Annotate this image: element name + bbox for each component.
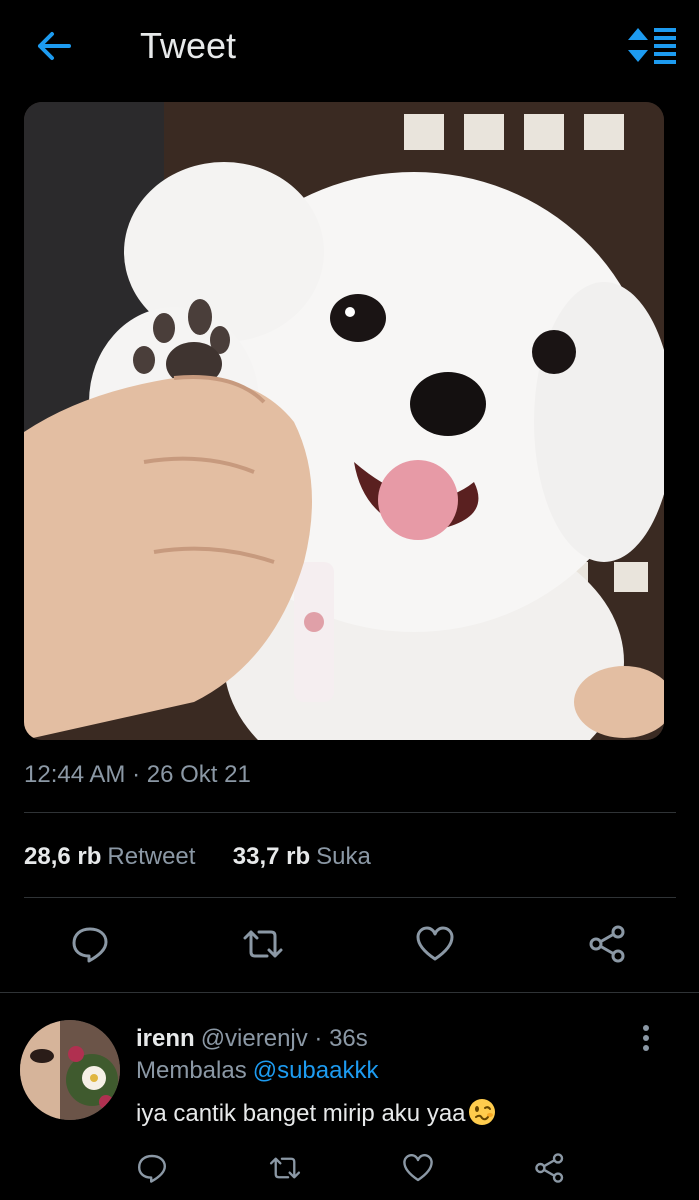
share-icon: [535, 1153, 564, 1183]
reply-author-handle[interactable]: @vierenjv · 36s: [201, 1025, 368, 1052]
more-vertical-icon: [643, 1025, 649, 1051]
reply-text: iya cantik banget mirip aku yaa: [136, 1100, 466, 1127]
retweet-stat[interactable]: 28,6 rb Retweet: [24, 843, 202, 870]
reply-header: irenn @vierenjv · 36s: [136, 1024, 368, 1054]
reply-button[interactable]: [68, 922, 112, 966]
divider: [24, 812, 676, 813]
sort-icon: [628, 28, 676, 64]
arrow-left-icon: [38, 32, 71, 60]
tweet-stats: 28,6 rb Retweet 33,7 rb Suka: [24, 842, 371, 872]
divider: [0, 992, 699, 993]
more-button[interactable]: [632, 1020, 660, 1056]
divider: [24, 897, 676, 898]
replying-label: Membalas: [136, 1057, 247, 1084]
tweet-image[interactable]: [24, 102, 664, 740]
retweet-button[interactable]: [241, 922, 285, 966]
page-title: Tweet: [140, 25, 237, 66]
retweet-label: Retweet: [107, 843, 196, 870]
retweet-count: 28,6 rb: [24, 843, 102, 870]
replying-to-link[interactable]: @subaakkk: [253, 1057, 379, 1084]
puppy-photo: [24, 102, 664, 740]
top-bar: Tweet: [0, 0, 699, 92]
reply-tweet[interactable]: irenn @vierenjv · 36s Membalas @subaakkk i…: [0, 1000, 699, 1200]
replying-to: Membalas @subaakkk: [136, 1056, 378, 1086]
avatar[interactable]: [20, 1020, 120, 1120]
retweet-icon: [269, 1157, 301, 1179]
reply-author-name[interactable]: irenn: [136, 1025, 195, 1052]
reply-like-button[interactable]: [400, 1150, 436, 1186]
reply-body: iya cantik banget mirip aku yaa: [136, 1098, 496, 1129]
avatar-image: [20, 1020, 120, 1120]
woozy-face-emoji: [468, 1099, 495, 1125]
share-button[interactable]: [586, 922, 630, 966]
like-stat[interactable]: 33,7 rb Suka: [233, 843, 371, 870]
share-icon: [589, 925, 625, 963]
reply-reply-button[interactable]: [134, 1150, 170, 1186]
back-button[interactable]: [34, 26, 74, 66]
retweet-icon: [243, 930, 283, 958]
tweet-timestamp[interactable]: 12:44 AM · 26 Okt 21: [24, 760, 251, 790]
heart-icon: [403, 1154, 433, 1182]
sort-button[interactable]: [624, 24, 680, 66]
reply-icon: [72, 927, 108, 963]
heart-icon: [416, 926, 454, 961]
reply-share-button[interactable]: [532, 1150, 568, 1186]
like-label: Suka: [316, 843, 371, 870]
like-count: 33,7 rb: [232, 843, 311, 870]
reply-icon: [138, 1154, 166, 1183]
like-button[interactable]: [413, 922, 457, 966]
reply-retweet-button[interactable]: [267, 1150, 303, 1186]
